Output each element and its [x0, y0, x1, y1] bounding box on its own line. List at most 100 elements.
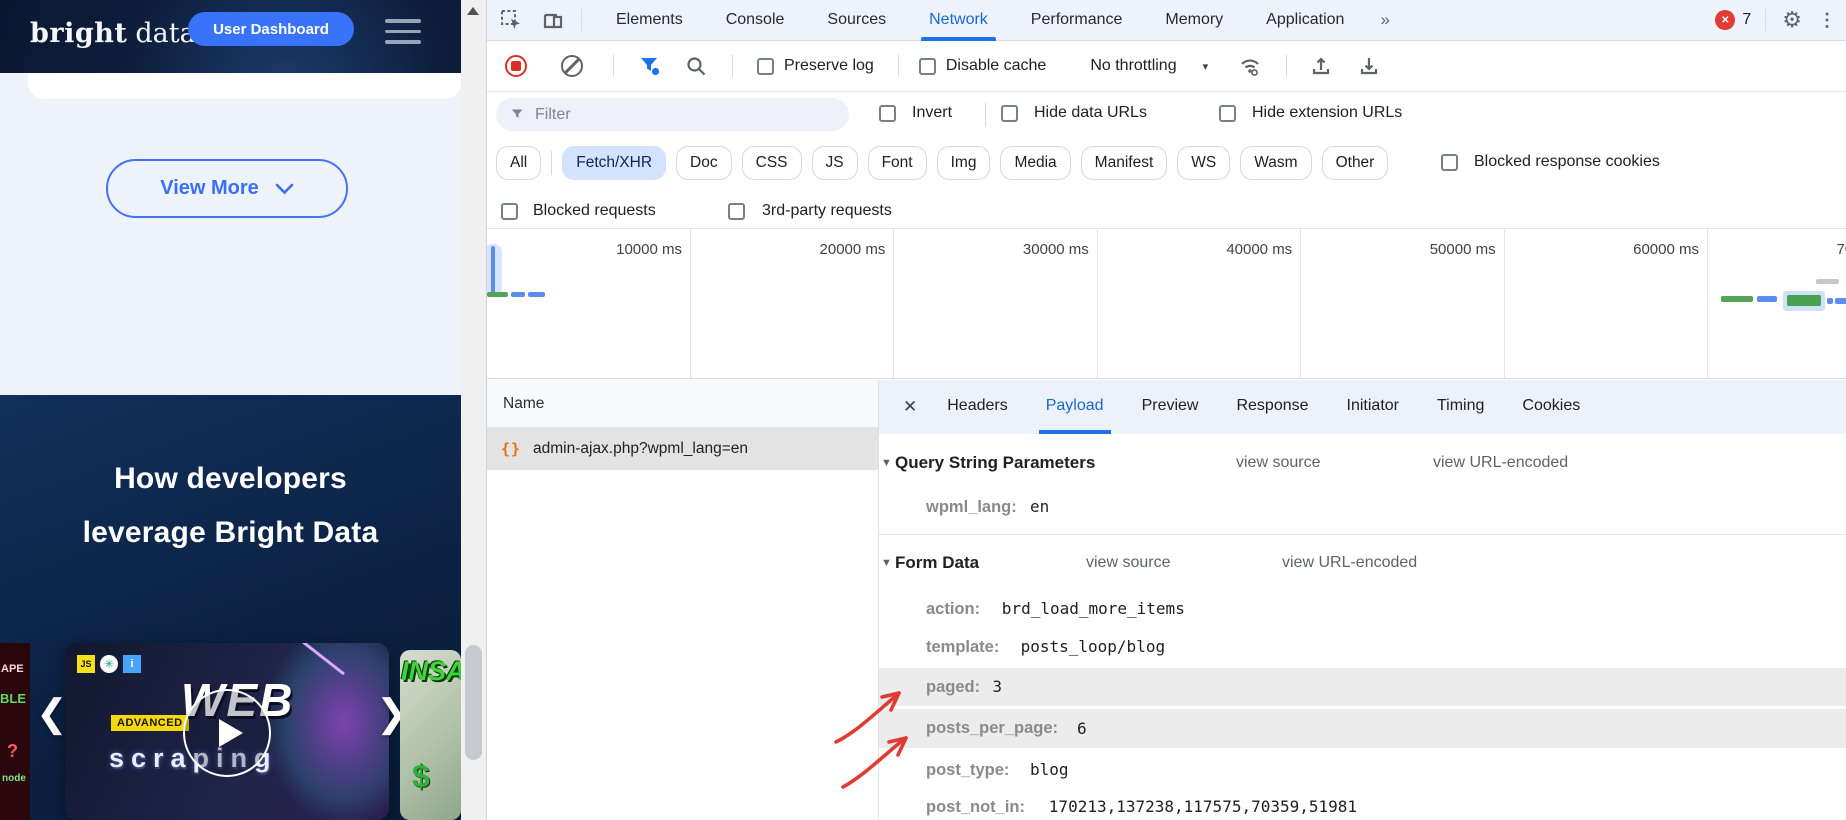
param-value: 6: [1077, 709, 1087, 748]
chip-all[interactable]: All: [496, 146, 541, 180]
timeline-bar-green: [487, 292, 508, 297]
request-type-chips: All Fetch/XHR Doc CSS JS Font Img Media Manifest…: [487, 144, 1846, 182]
user-dashboard-button[interactable]: User Dashboard: [188, 12, 354, 46]
filter-funnel-icon[interactable]: [638, 54, 662, 78]
hero-section: How developers leverage Bright Data APE …: [0, 395, 461, 820]
page-scrollbar[interactable]: [461, 0, 486, 820]
view-url-encoded-link[interactable]: view URL-encoded: [1282, 543, 1417, 583]
payload-param-row: action:brd_load_more_items: [879, 589, 1846, 629]
chip-manifest[interactable]: Manifest: [1081, 146, 1168, 180]
network-overview-timeline[interactable]: 10000 ms20000 ms30000 ms40000 ms50000 ms…: [487, 228, 1846, 379]
info-logo-icon: i: [123, 655, 141, 673]
details-tab-cookies[interactable]: Cookies: [1522, 380, 1580, 434]
name-column-header[interactable]: Name: [487, 380, 878, 428]
details-tab-timing[interactable]: Timing: [1437, 380, 1484, 434]
scrollbar-thumb[interactable]: [465, 645, 482, 760]
timeline-bar-gray: [1816, 279, 1839, 284]
import-har-icon[interactable]: [1309, 54, 1333, 78]
tab-console[interactable]: Console: [726, 0, 785, 41]
carousel-partial-thumb-right[interactable]: INSA $: [400, 650, 461, 820]
details-tab-payload[interactable]: Payload: [1046, 380, 1104, 434]
hide-extension-urls-label: Hide extension URLs: [1252, 104, 1402, 122]
chip-font[interactable]: Font: [868, 146, 927, 180]
chip-other[interactable]: Other: [1322, 146, 1389, 180]
scrollbar-up-arrow[interactable]: [467, 7, 479, 15]
overview-left-handle[interactable]: [487, 244, 502, 296]
chevron-down-icon: [275, 183, 294, 195]
details-tab-initiator[interactable]: Initiator: [1347, 380, 1399, 434]
view-source-link[interactable]: view source: [1236, 443, 1320, 483]
tab-network[interactable]: Network: [929, 0, 988, 41]
invert-checkbox[interactable]: [879, 105, 896, 122]
filter-input[interactable]: [535, 106, 815, 124]
timeline-bar-blue: [1835, 298, 1846, 304]
timeline-label: 20000 ms: [820, 241, 886, 258]
play-button[interactable]: [183, 689, 271, 777]
divider: [732, 55, 733, 77]
filter-input-pill[interactable]: [496, 98, 849, 131]
video-thumbnail[interactable]: JS ✳ i ADVANCED WEB scraping: [65, 643, 389, 820]
blocked-requests-checkbox[interactable]: [501, 203, 518, 220]
tab-elements[interactable]: Elements: [616, 0, 683, 41]
timeline-gridline: [1504, 229, 1505, 379]
chip-img[interactable]: Img: [937, 146, 991, 180]
param-value: brd_load_more_items: [1002, 589, 1185, 629]
brightdata-logo[interactable]: brightdata: [30, 18, 196, 49]
disable-cache-checkbox[interactable]: [919, 58, 936, 75]
timeline-gridline: [1707, 229, 1708, 379]
timeline-gridline: [1097, 229, 1098, 379]
console-error-badge[interactable]: ✕ 7: [1715, 10, 1751, 30]
error-count: 7: [1742, 11, 1751, 29]
kebab-menu-icon[interactable]: ⋮: [1818, 10, 1836, 31]
chip-fetchxhr[interactable]: Fetch/XHR: [562, 146, 666, 180]
network-conditions-icon[interactable]: [1238, 54, 1262, 78]
blocked-response-cookies-checkbox[interactable]: [1441, 154, 1458, 171]
neon-figure-art: [269, 643, 389, 820]
hide-extension-urls-checkbox[interactable]: [1219, 105, 1236, 122]
disclosure-triangle-icon[interactable]: ▼: [881, 443, 892, 483]
search-icon[interactable]: [684, 54, 708, 78]
preserve-log-checkbox[interactable]: [757, 58, 774, 75]
tab-performance[interactable]: Performance: [1031, 0, 1123, 41]
view-url-encoded-link[interactable]: view URL-encoded: [1433, 443, 1568, 483]
payload-section-header: ▼Form Dataview sourceview URL-encoded: [879, 543, 1846, 583]
payload-param-row: template:posts_loop/blog: [879, 627, 1846, 667]
third-party-requests-checkbox[interactable]: [728, 203, 745, 220]
divider: [581, 9, 582, 31]
filter-funnel-small-icon: [510, 107, 525, 122]
chip-media[interactable]: Media: [1000, 146, 1070, 180]
timeline-label: 70000 ms: [1837, 241, 1846, 258]
details-tab-headers[interactable]: Headers: [947, 380, 1007, 434]
details-tab-response[interactable]: Response: [1236, 380, 1308, 434]
chip-wasm[interactable]: Wasm: [1240, 146, 1311, 180]
close-icon[interactable]: ✕: [903, 397, 917, 417]
chip-css[interactable]: CSS: [742, 146, 802, 180]
network-toolbar: Preserve log Disable cache No throttling…: [487, 41, 1846, 92]
chip-js[interactable]: JS: [812, 146, 858, 180]
record-button[interactable]: [505, 55, 527, 77]
chip-doc[interactable]: Doc: [676, 146, 732, 180]
throttling-select[interactable]: No throttling ▾: [1068, 57, 1208, 75]
disclosure-triangle-icon[interactable]: ▼: [881, 543, 892, 583]
tab-sources[interactable]: Sources: [827, 0, 886, 41]
hamburger-menu-icon[interactable]: [385, 19, 421, 51]
request-row[interactable]: {}admin-ajax.php?wpml_lang=en: [487, 428, 878, 470]
tab-application[interactable]: Application: [1266, 0, 1344, 41]
view-more-button[interactable]: View More: [106, 159, 348, 218]
payload-param-row: wpml_lang:en: [879, 487, 1846, 527]
hide-data-urls-checkbox[interactable]: [1001, 105, 1018, 122]
clear-button[interactable]: [561, 55, 583, 77]
divider: [898, 55, 899, 77]
view-more-label: View More: [160, 177, 259, 200]
details-tab-preview[interactable]: Preview: [1142, 380, 1199, 434]
view-source-link[interactable]: view source: [1086, 543, 1170, 583]
export-har-icon[interactable]: [1357, 54, 1381, 78]
more-tabs-icon[interactable]: »: [1380, 10, 1387, 30]
chip-ws[interactable]: WS: [1177, 146, 1230, 180]
device-toolbar-icon[interactable]: [541, 8, 565, 32]
inspect-element-icon[interactable]: [499, 8, 523, 32]
carousel-prev-icon[interactable]: ❮: [36, 695, 68, 733]
settings-gear-icon[interactable]: ⚙: [1782, 7, 1802, 33]
carousel-partial-thumb-left[interactable]: APE BLE ? node: [0, 643, 30, 820]
tab-memory[interactable]: Memory: [1165, 0, 1223, 41]
